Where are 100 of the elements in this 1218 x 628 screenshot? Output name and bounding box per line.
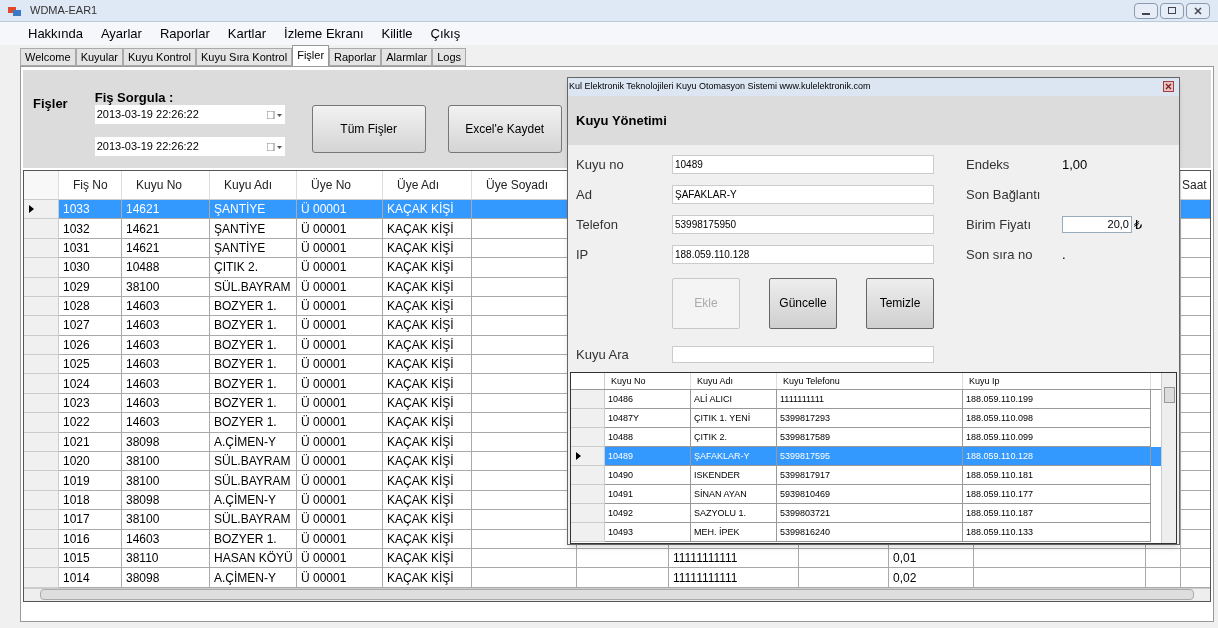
app-icon bbox=[8, 4, 22, 17]
table-cell: ÇITIK 2. bbox=[691, 427, 777, 447]
table-cell: 1017 bbox=[59, 510, 122, 530]
table-cell: SAZYOLU 1. bbox=[691, 503, 777, 523]
table-cell: 10488 bbox=[122, 258, 210, 278]
date-picker[interactable]: 2013-03-19 22:26:22 bbox=[94, 105, 285, 124]
table-cell: Ü 00001 bbox=[297, 316, 383, 336]
column-header[interactable]: Üye No bbox=[297, 171, 383, 199]
table-cell: 1027 bbox=[59, 316, 122, 336]
dialog-heading: Kuyu Yönetimi bbox=[576, 111, 667, 130]
table-cell: 1019 bbox=[59, 471, 122, 491]
currency-symbol: ₺ bbox=[1134, 216, 1143, 235]
column-header[interactable]: Kuyu Ip bbox=[963, 372, 1151, 389]
tab[interactable]: Logs bbox=[432, 48, 467, 66]
table-cell: BOZYER 1. bbox=[210, 413, 297, 433]
price-field[interactable]: 20,0 bbox=[1062, 216, 1132, 234]
action-button[interactable]: Excel'e Kaydet bbox=[447, 105, 562, 153]
table-cell: KAÇAK KİŞİ bbox=[383, 529, 472, 549]
table-cell: 5399803721 bbox=[777, 503, 963, 523]
field-label: Kuyu no bbox=[576, 156, 625, 175]
column-header[interactable]: Kuyu No bbox=[605, 372, 691, 389]
close-icon[interactable] bbox=[1163, 81, 1174, 93]
tab[interactable]: Kuyu Sıra Kontrol bbox=[195, 48, 293, 66]
column-header[interactable]: Kuyu Telefonu bbox=[777, 372, 963, 389]
restore-icon[interactable] bbox=[1160, 2, 1184, 19]
column-header[interactable]: Kuyu Adı bbox=[691, 372, 777, 389]
column-header[interactable]: Üye Adı bbox=[383, 171, 472, 199]
table-cell: KAÇAK KİŞİ bbox=[383, 219, 472, 239]
table-cell: 38100 bbox=[122, 510, 210, 530]
table-cell: SÜL.BAYRAM bbox=[210, 277, 297, 297]
table-cell: Ü 00001 bbox=[297, 277, 383, 297]
table-cell: 38100 bbox=[122, 277, 210, 297]
table-cell: Ü 00001 bbox=[297, 529, 383, 549]
table-cell: KAÇAK KİŞİ bbox=[383, 413, 472, 433]
table-cell: 1024 bbox=[59, 374, 122, 394]
table-cell: KAÇAK KİŞİ bbox=[383, 316, 472, 336]
table-cell: Ü 00001 bbox=[297, 219, 383, 239]
table-cell: 38098 bbox=[122, 568, 210, 588]
table-cell: 11111111111 bbox=[669, 568, 799, 588]
table-cell: BOZYER 1. bbox=[210, 316, 297, 336]
table-cell: 5399817917 bbox=[777, 465, 963, 485]
menu-item[interactable]: İzleme Ekranı bbox=[276, 23, 372, 44]
column-header[interactable]: Kuyu Adı bbox=[210, 171, 297, 199]
text-field[interactable]: 53998175950 bbox=[672, 215, 934, 235]
vertical-scrollbar[interactable] bbox=[1161, 372, 1176, 543]
table-cell: 5399817293 bbox=[777, 408, 963, 428]
table-cell: 0,02 bbox=[889, 568, 974, 588]
panel-title: Fişler bbox=[33, 95, 68, 113]
field-label: Ad bbox=[576, 186, 593, 205]
menu-item[interactable]: Kartlar bbox=[219, 23, 275, 44]
table-cell: 1032 bbox=[59, 219, 122, 239]
table-cell: KAÇAK KİŞİ bbox=[383, 510, 472, 530]
table-cell: 188.059.110.128 bbox=[963, 446, 1151, 466]
column-header[interactable]: Fiş No bbox=[59, 171, 122, 199]
menu-item[interactable]: Çıkış bbox=[422, 23, 469, 44]
row-pointer-icon bbox=[29, 205, 34, 214]
table-cell: 5399817589 bbox=[777, 427, 963, 447]
menu-item[interactable]: Hakkında bbox=[20, 23, 91, 44]
tab[interactable]: Alarmlar bbox=[381, 48, 433, 66]
text-field[interactable]: ŞAFAKLAR-Y bbox=[672, 185, 934, 205]
table-cell: 5939810469 bbox=[777, 484, 963, 504]
table-cell: KAÇAK KİŞİ bbox=[383, 374, 472, 394]
table-cell: ŞAFAKLAR-Y bbox=[691, 446, 777, 466]
close-icon[interactable] bbox=[1186, 2, 1210, 19]
table-cell: 10491 bbox=[605, 484, 691, 504]
field-label: Kuyu Ara bbox=[576, 346, 630, 365]
table-cell: Ü 00001 bbox=[297, 413, 383, 433]
tab[interactable]: Welcome bbox=[20, 48, 76, 66]
calendar-dropdown-icon bbox=[266, 110, 283, 119]
table-cell: MEH. İPEK bbox=[691, 522, 777, 542]
search-field[interactable] bbox=[672, 346, 934, 364]
menu-item[interactable]: Kilitle bbox=[373, 23, 421, 44]
table-cell: 188.059.110.177 bbox=[963, 484, 1151, 504]
tab[interactable]: Kuyu Kontrol bbox=[122, 48, 196, 66]
column-header[interactable]: Kuyu No bbox=[122, 171, 210, 199]
column-header[interactable]: Saat bbox=[1181, 171, 1210, 199]
tab[interactable]: Raporlar bbox=[329, 48, 382, 66]
action-button[interactable]: Tüm Fişler bbox=[311, 105, 426, 153]
tab[interactable]: Fişler bbox=[292, 45, 330, 66]
date-picker[interactable]: 2013-03-19 22:26:22 bbox=[94, 137, 285, 156]
table-cell: 10488 bbox=[605, 427, 691, 447]
horizontal-scrollbar[interactable] bbox=[40, 589, 1194, 601]
table-cell: ŞANTİYE bbox=[210, 219, 297, 239]
tab[interactable]: Kuyular bbox=[75, 48, 123, 66]
info-value: 1,00 bbox=[1062, 156, 1088, 175]
table-cell: ALİ ALICI bbox=[691, 389, 777, 409]
form-button[interactable]: Temizle bbox=[866, 277, 934, 329]
menu-item[interactable]: Raporlar bbox=[151, 23, 218, 44]
query-label: Fiş Sorgula : bbox=[94, 91, 175, 105]
text-field[interactable]: 10489 bbox=[672, 155, 934, 175]
form-button[interactable]: Güncelle bbox=[769, 277, 837, 329]
minimize-icon[interactable] bbox=[1134, 2, 1158, 19]
info-label: Endeks bbox=[966, 156, 1011, 175]
table-cell: 188.059.110.199 bbox=[963, 389, 1151, 409]
table-cell: BOZYER 1. bbox=[210, 374, 297, 394]
table-cell: 10486 bbox=[605, 389, 691, 409]
text-field[interactable]: 188.059.110.128 bbox=[672, 245, 934, 265]
table-cell: 188.059.110.098 bbox=[963, 408, 1151, 428]
menu-item[interactable]: Ayarlar bbox=[92, 23, 150, 44]
table-cell: 188.059.110.099 bbox=[963, 427, 1151, 447]
